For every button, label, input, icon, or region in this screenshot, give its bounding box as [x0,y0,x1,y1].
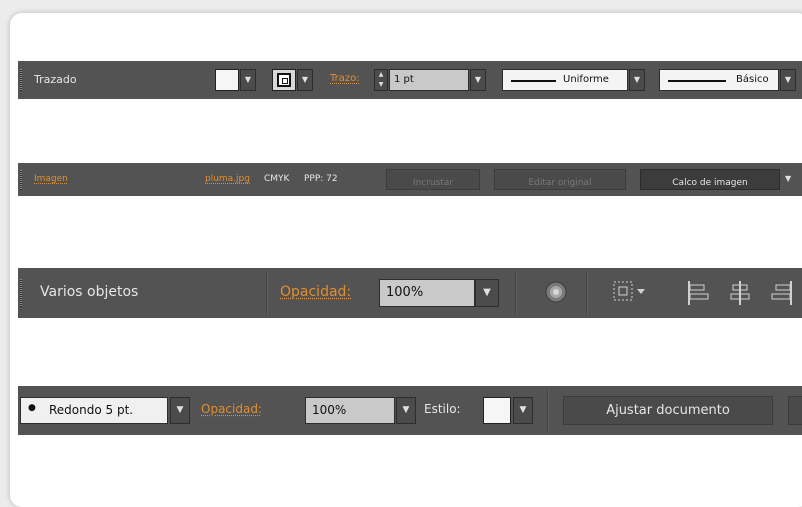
profile-value: Uniforme [563,74,609,85]
separator [586,272,588,314]
control-bar-trazado: Trazado ▼ ▼ Trazo: ▲ ▼ 1 pt ▼ Uniforme ▼… [18,61,802,99]
opacity-arrow[interactable]: ▼ [475,279,499,307]
align-right-icon[interactable] [770,280,794,306]
stroke-swatch-icon [277,73,291,87]
opacity-field[interactable]: 100% [379,279,475,307]
brush-value: Básico [736,74,769,85]
opacity-value: 100% [386,285,424,300]
style-label: Estilo: [424,402,461,416]
brush-arrow[interactable]: ▼ [780,69,796,91]
profile-line-icon [511,80,556,82]
fill-dropdown-arrow[interactable]: ▼ [240,69,256,91]
opacity-value: 100% [312,403,347,417]
variable-width-profile[interactable]: Uniforme [502,69,628,91]
align-left-icon[interactable] [686,280,710,306]
next-button-partial[interactable] [788,396,802,425]
stroke-label[interactable]: Trazo: [330,73,360,84]
profile-arrow[interactable]: ▼ [629,69,645,91]
opacity-label[interactable]: Opacidad: [280,284,351,300]
brush-bullet-icon: ● [28,403,36,413]
fill-swatch[interactable] [215,69,239,91]
bar-grip[interactable] [20,279,22,307]
stroke-weight-arrow[interactable]: ▼ [470,69,486,91]
separator [547,390,549,431]
align-horizontal-center-icon[interactable] [728,280,752,306]
separator [266,272,268,314]
image-trace-button[interactable]: Calco de imagen [640,169,780,190]
image-trace-arrow[interactable]: ▼ [785,174,791,183]
edit-original-label: Editar original [528,178,592,188]
control-bar-varios-objetos: Varios objetos Opacidad: 100% ▼ [18,268,802,318]
stroke-weight-value: 1 pt [394,74,414,85]
embed-button[interactable]: Incrustar [386,169,480,190]
bar-title-link[interactable]: Imagen [34,174,68,184]
control-bar-imagen: Imagen pluma.jpg CMYK PPP: 72 Incrustar … [18,163,802,196]
style-swatch[interactable] [483,397,511,424]
image-trace-label: Calco de imagen [672,178,748,188]
opacity-field[interactable]: 100% [305,397,395,424]
bar-title: Trazado [34,73,77,86]
bar-title: Varios objetos [40,284,139,300]
filename-link[interactable]: pluma.jpg [205,174,250,184]
spinner-down-icon[interactable]: ▼ [375,80,387,90]
stroke-swatch[interactable] [272,69,296,91]
bar-grip[interactable] [20,69,22,91]
brush-line-icon [668,80,726,82]
opacity-label[interactable]: Opacidad: [201,402,262,416]
align-to-selection-icon[interactable] [612,280,648,304]
control-bar-brush: ● Redondo 5 pt. ▼ Opacidad: 100% ▼ Estil… [18,386,802,435]
embed-button-label: Incrustar [412,178,454,188]
edit-original-button[interactable]: Editar original [494,169,626,190]
color-mode: CMYK [264,174,290,184]
card: Trazado ▼ ▼ Trazo: ▲ ▼ 1 pt ▼ Uniforme ▼… [10,13,802,507]
stroke-weight-field[interactable]: 1 pt [389,69,469,91]
bar-grip[interactable] [20,170,22,190]
stroke-spinner[interactable]: ▲ ▼ [374,69,388,91]
brush-size-value: Redondo 5 pt. [49,403,134,417]
resolution: PPP: 72 [304,174,338,184]
fit-document-label: Ajustar documento [606,403,730,418]
fit-document-button[interactable]: Ajustar documento [563,396,773,425]
brush-size-field[interactable]: ● Redondo 5 pt. [20,397,168,424]
separator [515,272,517,314]
brush-definition[interactable]: Básico [659,69,779,91]
recolor-artwork-icon[interactable] [545,281,567,303]
brush-size-arrow[interactable]: ▼ [170,397,190,424]
opacity-arrow[interactable]: ▼ [396,397,416,424]
spinner-up-icon[interactable]: ▲ [375,70,387,80]
stroke-dropdown-arrow[interactable]: ▼ [297,69,313,91]
style-arrow[interactable]: ▼ [513,397,533,424]
